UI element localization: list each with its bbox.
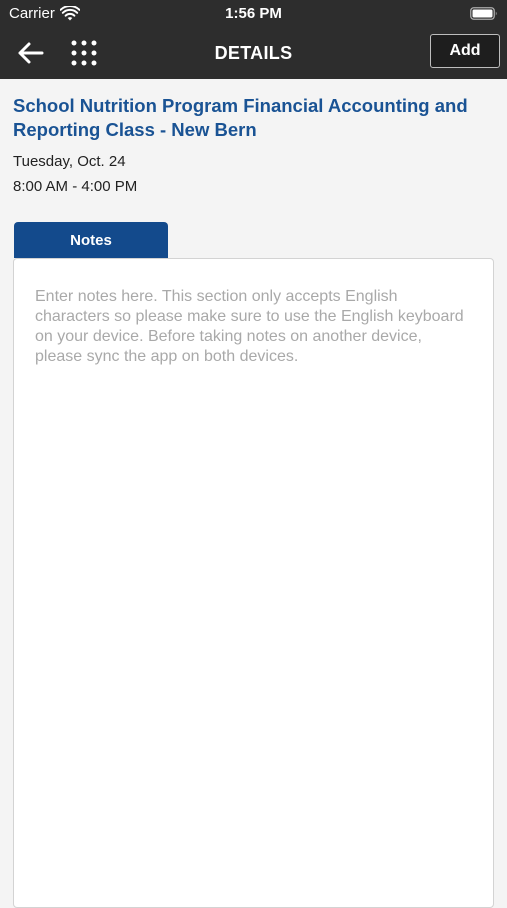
back-button[interactable] (12, 36, 48, 70)
event-date: Tuesday, Oct. 24 (13, 153, 126, 170)
event-title: School Nutrition Program Financial Accou… (13, 95, 468, 140)
notes-panel (13, 258, 494, 908)
menu-grid-button[interactable] (66, 36, 102, 70)
arrow-left-icon (18, 42, 44, 64)
notes-input[interactable] (14, 259, 493, 907)
status-time: 1:56 PM (225, 5, 282, 22)
add-button[interactable]: Add (430, 34, 500, 68)
event-time: 8:00 AM - 4:00 PM (13, 178, 138, 195)
tab-notes[interactable]: Notes (14, 222, 168, 258)
details-content: School Nutrition Program Financial Accou… (0, 79, 507, 908)
nav-bar: DETAILS Add (0, 28, 507, 79)
app-header: Carrier 1:56 PM DETAILS Add (0, 0, 507, 79)
grid-dots-icon (71, 40, 97, 66)
battery-icon (470, 7, 497, 20)
page-title: DETAILS (214, 43, 293, 63)
status-bar: Carrier 1:56 PM (0, 0, 507, 28)
